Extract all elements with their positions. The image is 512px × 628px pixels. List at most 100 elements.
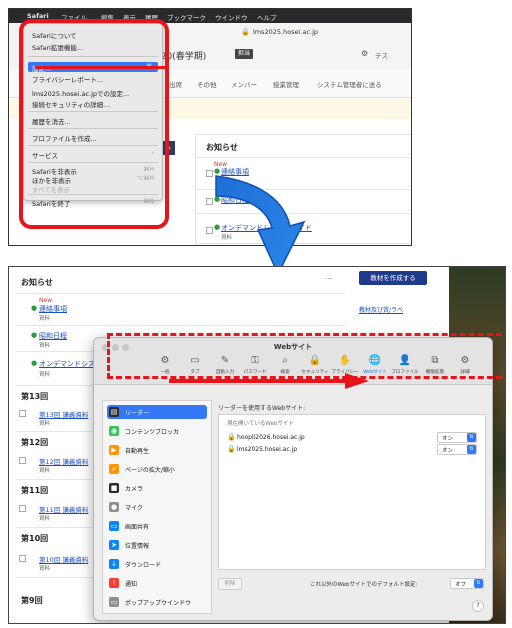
create-material-button[interactable]: 教材を作成する	[359, 271, 427, 285]
sidebar-label: 位置情報	[125, 543, 150, 550]
nav-members[interactable]: メンバー	[231, 79, 257, 89]
lock-icon: 🔒	[241, 28, 250, 36]
checkbox[interactable]	[19, 555, 26, 562]
content-blocker-icon: ◉	[109, 426, 119, 436]
sidebar-label: 自動再生	[125, 448, 150, 455]
autoplay-icon: ▶	[109, 445, 119, 455]
week-header: 第12回	[21, 438, 49, 447]
zoom-icon: ⌕	[109, 464, 119, 474]
site-list: 現在開いているWebサイト 🔒 hoopli2026.hosei.ac.jp オ…	[218, 414, 486, 570]
notice-sub: 資料	[39, 343, 51, 349]
bullet-icon: ●	[31, 304, 38, 312]
select-value: オフ	[455, 582, 467, 588]
chevron-updown-icon: ⇅	[467, 433, 476, 442]
site-domain: hoopli2026.hosei.ac.jp	[237, 434, 305, 441]
week-header: 第11回	[21, 486, 49, 495]
sidebar-label: ポップアップウインドウ	[125, 600, 192, 607]
site-icon: 🔒	[227, 433, 236, 441]
sidebar-item-notifications[interactable]: ! 通知	[107, 576, 207, 590]
sidebar-label: リーダー	[125, 410, 150, 417]
chevron-updown-icon: ⇅	[474, 579, 483, 588]
notice-sub: 資料	[39, 372, 51, 378]
screenshot-safari-menu: Safari ファイル 編集 表示 履歴 ブックマーク ウインドウ ヘルプ 🔒 …	[8, 8, 412, 246]
remove-button[interactable]: 削除	[218, 578, 242, 590]
right-link[interactable]: 教材及び質/ラベ	[359, 305, 403, 314]
sidebar-item-downloads[interactable]: ↓ ダウンロード	[107, 557, 207, 571]
chevron-updown-icon: ⇅	[467, 445, 476, 454]
course-badge: 担当	[235, 49, 253, 59]
sidebar-item-content-blockers[interactable]: ◉ コンテンツブロッカ	[107, 424, 207, 438]
camera-icon: ■	[109, 483, 119, 493]
sidebar-item-microphone[interactable]: ● マイク	[107, 500, 207, 514]
notice-title: お知らせ	[21, 278, 53, 287]
site-setting-select[interactable]: オン ⇅	[437, 432, 477, 443]
bullet-icon: ●	[31, 359, 38, 367]
sidebar-label: ページの拡大/縮小	[125, 467, 175, 474]
highlight-box	[19, 19, 169, 229]
reader-icon: ▤	[109, 407, 119, 417]
week-item-link[interactable]: 第10回 講義資料	[39, 554, 88, 564]
sidebar-label: コンテンツブロッカ	[125, 429, 180, 436]
week-header: 第9回	[21, 596, 43, 605]
bullet-icon: ●	[31, 331, 38, 339]
help-button[interactable]: ?	[472, 600, 484, 612]
sidebar-item-camera[interactable]: ■ カメラ	[107, 481, 207, 495]
more-icon[interactable]: ···	[325, 275, 332, 283]
red-arrow-icon	[169, 373, 369, 389]
week-item-sub: 資料	[39, 421, 51, 427]
week-item-sub: 資料	[39, 566, 51, 572]
checkbox[interactable]	[19, 457, 26, 464]
menu-help[interactable]: ヘルプ	[257, 12, 277, 22]
list-header: 現在開いているWebサイト	[227, 421, 294, 427]
week-item-link[interactable]: 第13回 講義資料	[39, 409, 88, 419]
menu-bookmarks[interactable]: ブックマーク	[167, 12, 206, 22]
sidebar-label: 画面共有	[125, 524, 150, 531]
nav-contact-admin[interactable]: システム管理者に送る	[317, 79, 382, 89]
content-header: リーダーを使用するWebサイト:	[218, 405, 306, 412]
sidebar-item-popups[interactable]: ▭ ポップアップウインドウ	[107, 595, 207, 609]
checkbox[interactable]	[19, 410, 26, 417]
week-header: 第13回	[21, 392, 49, 401]
websites-content: リーダーを使用するWebサイト: 現在開いているWebサイト 🔒 hoopli2…	[218, 400, 486, 612]
week-item-link[interactable]: 第12回 講義資料	[39, 456, 88, 466]
select-value: オン	[442, 436, 454, 442]
sidebar-item-autoplay[interactable]: ▶ 自動再生	[107, 443, 207, 457]
screenshot-safari-settings: お知らせ ··· New ● 連絡事項 資料 ● 昭和日程 資料 ● オンデマン…	[8, 266, 506, 624]
site-domain: lms2025.hosei.ac.jp	[237, 446, 298, 453]
sidebar-item-reader[interactable]: ▤ リーダー	[107, 405, 207, 419]
header-text-fragment: テス	[375, 52, 388, 60]
sidebar-label: ダウンロード	[125, 562, 162, 569]
sidebar-label: 通知	[125, 581, 138, 588]
week-item-sub: 資料	[39, 468, 51, 474]
nav-course-admin[interactable]: 授業管理	[273, 79, 299, 89]
checkbox[interactable]	[19, 505, 26, 512]
notice-title: お知らせ	[206, 143, 238, 152]
default-setting-label: これ以外のWebサイトでのデフォルト設定:	[310, 582, 418, 588]
nav-attendance[interactable]: 出席	[169, 79, 182, 89]
notice-link[interactable]: 連絡事項	[39, 304, 67, 314]
microphone-icon: ●	[109, 502, 119, 512]
site-icon: 🔒	[227, 445, 236, 453]
notice-sub: 資料	[39, 316, 51, 322]
select-value: オン	[442, 448, 454, 454]
websites-sidebar: ▤ リーダー ◉ コンテンツブロッカ ▶ 自動再生 ⌕ ページの拡大/縮小 ■ …	[102, 400, 212, 614]
notice-link[interactable]: 昭和日程	[39, 331, 67, 341]
settings-icon[interactable]: ⚙	[361, 49, 368, 58]
sidebar-label: カメラ	[125, 486, 144, 493]
week-item-link[interactable]: 第11回 講義資料	[39, 504, 88, 514]
sidebar-item-screen-sharing[interactable]: ▭ 画面共有	[107, 519, 207, 533]
download-icon: ↓	[109, 559, 119, 569]
site-setting-select[interactable]: オン ⇅	[437, 444, 477, 455]
week-header: 第10回	[21, 534, 49, 543]
menu-window[interactable]: ウインドウ	[215, 12, 248, 22]
default-setting-select[interactable]: オフ ⇅	[450, 578, 484, 589]
week-item-sub: 資料	[39, 516, 51, 522]
sidebar-label: マイク	[125, 505, 143, 512]
location-icon: ➤	[109, 540, 119, 550]
address-bar[interactable]: lms2025.hosei.ac.jp	[253, 28, 318, 36]
popup-icon: ▭	[109, 597, 119, 607]
new-badge: New	[39, 297, 53, 304]
sidebar-item-location[interactable]: ➤ 位置情報	[107, 538, 207, 552]
nav-other[interactable]: その他	[197, 79, 217, 89]
sidebar-item-page-zoom[interactable]: ⌕ ページの拡大/縮小	[107, 462, 207, 476]
